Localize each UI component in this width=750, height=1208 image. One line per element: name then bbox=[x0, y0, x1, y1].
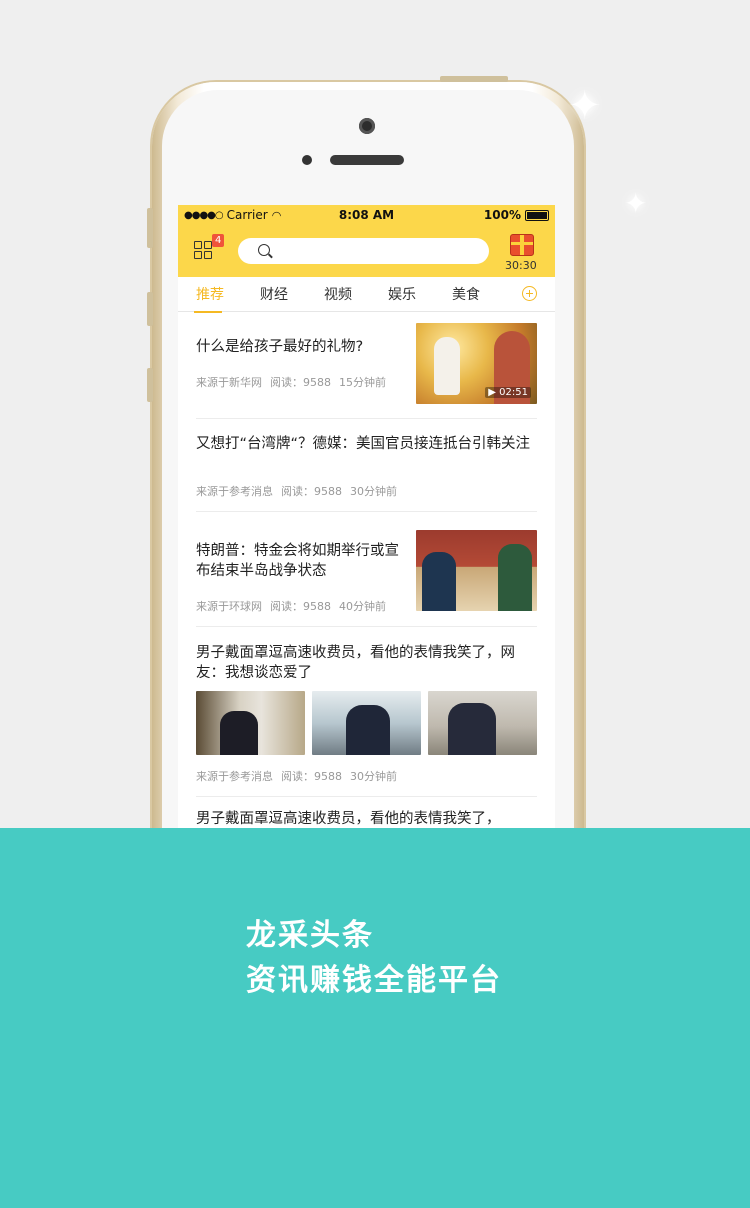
app-header: ●●●●○ Carrier ◠ 8:08 AM 100% 4 30:30 bbox=[178, 205, 555, 277]
add-channel-icon[interactable] bbox=[522, 286, 537, 301]
promo-banner bbox=[0, 828, 750, 1208]
news-item[interactable]: 什么是给孩子最好的礼物? 来源于新华网 阅读：9588 15分钟前 ▶ 02:5… bbox=[196, 312, 537, 419]
news-title: 又想打“台湾牌“？德媒：美国官员接连抵台引韩关注 bbox=[196, 436, 531, 452]
volume-down-button bbox=[147, 368, 153, 402]
news-source: 来源于环球网 bbox=[196, 600, 262, 613]
mute-switch bbox=[147, 208, 153, 248]
news-title: 特朗普：特金会将如期举行或宣布结束半岛战争状态 bbox=[196, 543, 399, 579]
volume-up-button bbox=[147, 292, 153, 326]
news-meta: 来源于新华网 阅读：9588 15分钟前 bbox=[196, 374, 386, 390]
power-button bbox=[440, 76, 508, 82]
news-source: 来源于新华网 bbox=[196, 376, 262, 389]
category-tabs: 推荐 财经 视频 娱乐 美食 bbox=[178, 277, 555, 313]
news-time: 40分钟前 bbox=[339, 600, 386, 613]
news-item[interactable]: 男子戴面罩逗高速收费员，看他的表情我笑了，网友：我想谈恋爱了 来源于参考消息 阅… bbox=[196, 626, 537, 797]
news-reads: 阅读：9588 bbox=[281, 770, 342, 783]
search-bar[interactable] bbox=[238, 238, 489, 264]
video-duration: ▶ 02:51 bbox=[485, 387, 531, 398]
tab-food[interactable]: 美食 bbox=[434, 284, 498, 304]
tab-entertainment[interactable]: 娱乐 bbox=[370, 284, 434, 304]
tab-finance[interactable]: 财经 bbox=[242, 284, 306, 304]
news-title: 什么是给孩子最好的礼物? bbox=[196, 339, 364, 355]
tab-video[interactable]: 视频 bbox=[306, 284, 370, 304]
news-reads: 阅读：9588 bbox=[270, 600, 331, 613]
news-thumbnail[interactable] bbox=[312, 691, 421, 755]
promo-title: 龙采头条 bbox=[246, 918, 374, 953]
child-figure bbox=[434, 337, 460, 395]
toll-booth-figure bbox=[220, 711, 258, 755]
battery-icon bbox=[525, 209, 549, 221]
tab-recommend[interactable]: 推荐 bbox=[178, 284, 242, 313]
news-reads: 阅读：9588 bbox=[281, 485, 342, 498]
earpiece-speaker bbox=[330, 155, 404, 165]
channels-grid-icon[interactable] bbox=[194, 241, 212, 259]
sparkle-icon: ✦ bbox=[568, 83, 602, 129]
search-icon bbox=[258, 244, 270, 256]
news-meta: 来源于参考消息 阅读：9588 30分钟前 bbox=[196, 483, 397, 499]
news-time: 30分钟前 bbox=[350, 485, 397, 498]
news-source: 来源于参考消息 bbox=[196, 770, 273, 783]
status-bar: ●●●●○ Carrier ◠ 8:08 AM 100% bbox=[178, 205, 555, 225]
news-title: 男子戴面罩逗高速收费员，看他的表情我笑了， bbox=[196, 811, 501, 827]
front-camera bbox=[359, 118, 375, 134]
news-item[interactable]: 又想打“台湾牌“？德媒：美国官员接连抵台引韩关注 来源于参考消息 阅读：9588… bbox=[196, 418, 537, 512]
video-thumbnail[interactable]: ▶ 02:51 bbox=[416, 323, 537, 404]
news-time: 30分钟前 bbox=[350, 770, 397, 783]
news-meta: 来源于环球网 阅读：9588 40分钟前 bbox=[196, 598, 386, 614]
news-title: 男子戴面罩逗高速收费员，看他的表情我笑了，网友：我想谈恋爱了 bbox=[196, 645, 515, 681]
promo-subtitle: 资讯赚钱全能平台 bbox=[246, 963, 502, 998]
news-thumbnail[interactable] bbox=[196, 691, 305, 755]
news-thumbnail[interactable] bbox=[416, 530, 537, 611]
news-time: 15分钟前 bbox=[339, 376, 386, 389]
notification-badge: 4 bbox=[212, 234, 225, 247]
news-item[interactable]: 特朗普：特金会将如期举行或宣布结束半岛战争状态 来源于环球网 阅读：9588 4… bbox=[196, 511, 537, 627]
news-source: 来源于参考消息 bbox=[196, 485, 273, 498]
news-reads: 阅读：9588 bbox=[270, 376, 331, 389]
news-thumbnail[interactable] bbox=[428, 691, 537, 755]
app-screen: ●●●●○ Carrier ◠ 8:08 AM 100% 4 30:30 推荐 … bbox=[178, 205, 555, 828]
toll-booth-figure bbox=[346, 705, 390, 755]
sparkle-icon: ✦ bbox=[624, 187, 648, 220]
man-left-figure bbox=[422, 552, 456, 611]
news-meta: 来源于参考消息 阅读：9588 30分钟前 bbox=[196, 768, 397, 784]
man-right-figure bbox=[498, 544, 532, 611]
news-item[interactable]: 男子戴面罩逗高速收费员，看他的表情我笑了， bbox=[196, 796, 537, 828]
toll-booth-figure bbox=[448, 703, 496, 755]
proximity-sensor bbox=[302, 155, 312, 165]
reward-timer: 30:30 bbox=[505, 259, 537, 272]
status-time: 8:08 AM bbox=[338, 208, 395, 222]
gift-box-icon[interactable] bbox=[510, 234, 534, 256]
